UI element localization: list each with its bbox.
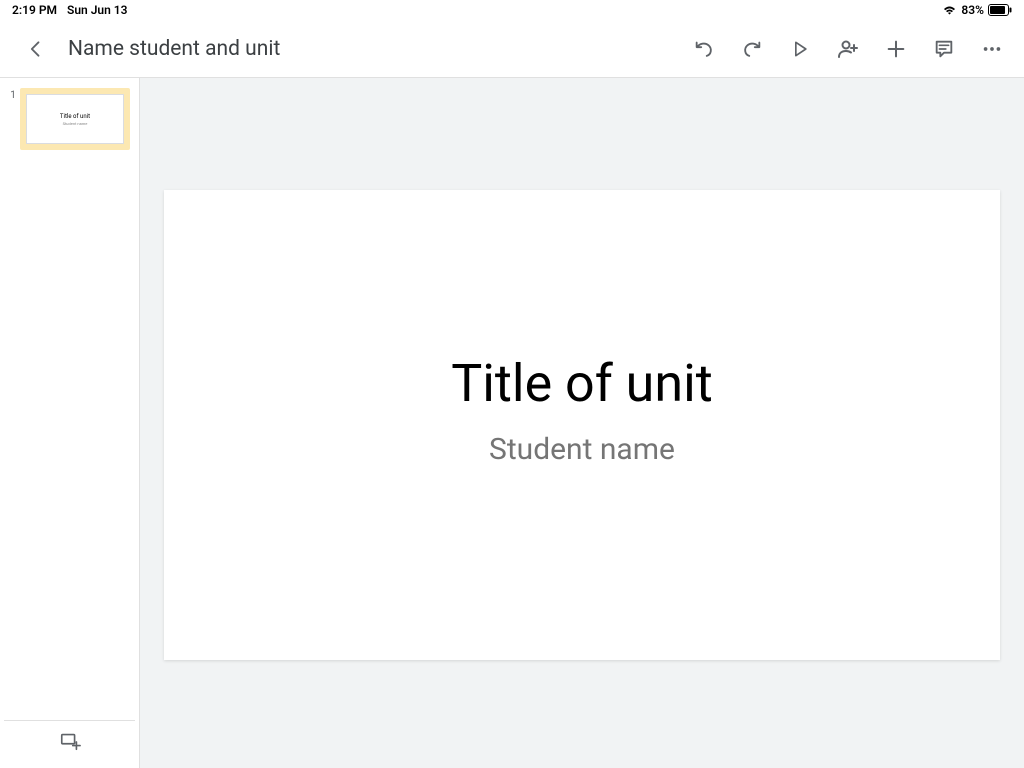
new-slide-icon [59, 730, 81, 752]
slide-thumbnail[interactable]: 1 Title of unit Student name [4, 86, 135, 152]
app-toolbar: Name student and unit [0, 20, 1024, 78]
slide-canvas[interactable]: Title of unit Student name [140, 78, 1024, 768]
battery-icon [988, 4, 1012, 16]
more-horizontal-icon [981, 38, 1003, 60]
battery-percent: 83% [961, 3, 984, 17]
wifi-icon [942, 5, 957, 16]
redo-icon [741, 38, 763, 60]
plus-icon [885, 38, 907, 60]
share-button[interactable] [836, 37, 860, 61]
thumbnail-subtitle: Student name [63, 121, 88, 126]
play-icon [790, 39, 810, 59]
status-date: Sun Jun 13 [67, 3, 128, 17]
slide-panel: 1 Title of unit Student name [0, 78, 140, 768]
more-button[interactable] [980, 37, 1004, 61]
current-slide[interactable]: Title of unit Student name [164, 190, 1000, 660]
insert-button[interactable] [884, 37, 908, 61]
comment-button[interactable] [932, 37, 956, 61]
thumbnail-title: Title of unit [60, 113, 90, 120]
undo-button[interactable] [692, 37, 716, 61]
status-time: 2:19 PM [12, 3, 57, 17]
document-title[interactable]: Name student and unit [68, 37, 692, 61]
chevron-left-icon [26, 39, 46, 59]
slide-title-text[interactable]: Title of unit [451, 353, 712, 414]
redo-button[interactable] [740, 37, 764, 61]
device-status-bar: 2:19 PM Sun Jun 13 83% [0, 0, 1024, 20]
slide-subtitle-text[interactable]: Student name [489, 432, 675, 467]
comment-icon [933, 38, 955, 60]
person-add-icon [836, 37, 860, 61]
back-button[interactable] [24, 37, 48, 61]
present-button[interactable] [788, 37, 812, 61]
slide-number: 1 [6, 88, 20, 101]
undo-icon [693, 38, 715, 60]
new-slide-button[interactable] [4, 720, 135, 760]
